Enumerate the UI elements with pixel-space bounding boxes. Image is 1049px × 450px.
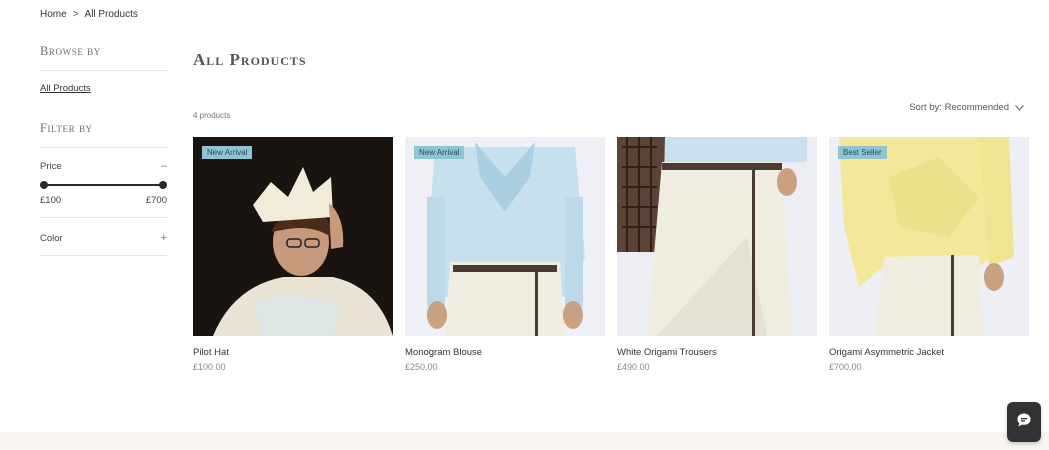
sort-label: Sort by: Recommended [909,102,1009,113]
expand-icon[interactable]: + [161,232,167,244]
price-max-value: £700 [145,195,167,206]
chat-button[interactable] [1007,402,1041,442]
price-range-labels: £100 £700 [40,195,167,206]
product-price: £100.00 [193,362,226,372]
divider [40,70,167,71]
slider-max-handle[interactable] [159,181,167,189]
product-badge: New Arrival [202,146,253,159]
sort-dropdown[interactable]: Sort by: Recommended [909,102,1024,113]
footer-band [0,432,1049,450]
price-range-slider[interactable] [40,180,167,190]
divider [40,255,167,256]
color-filter-label: Color [40,232,63,244]
price-filter-header[interactable]: Price – [40,160,167,172]
breadcrumb-separator: > [72,9,79,20]
product-image-origami-asymmetric-jacket[interactable]: Best Seller [829,137,1029,336]
browse-by-heading: Browse by [40,44,101,58]
product-image-monogram-blouse[interactable]: New Arrival [405,137,605,336]
price-min-value: £100 [40,195,62,206]
product-price: £250.00 [405,362,438,372]
filter-by-heading: Filter by [40,121,93,135]
all-products-link[interactable]: All Products [40,83,167,94]
chevron-down-icon [1015,103,1024,113]
product-badge: Best Seller [838,146,887,159]
collapse-icon[interactable]: – [161,160,167,172]
product-grid: New Arrival Pilot Hat £100.00 New Arriva… [193,137,1029,372]
breadcrumb-home-link[interactable]: Home [40,9,67,20]
product-card[interactable]: New Arrival Monogram Blouse £250.00 [405,137,605,372]
product-name[interactable]: White Origami Trousers [617,347,817,358]
product-image-pilot-hat[interactable]: New Arrival [193,137,393,336]
chat-icon [1016,412,1032,433]
divider [40,147,167,148]
divider [40,217,167,218]
product-name[interactable]: Monogram Blouse [405,347,605,358]
slider-min-handle[interactable] [40,181,48,189]
breadcrumb-current: All Products [84,9,138,20]
color-filter-header[interactable]: Color + [40,232,167,244]
breadcrumb: Home > All Products [40,9,138,20]
page-title: All Products [193,50,307,69]
product-image-white-origami-trousers[interactable] [617,137,817,336]
slider-track [43,184,164,186]
product-price: £490.00 [617,362,650,372]
product-count: 4 products [193,111,231,120]
product-badge: New Arrival [414,146,465,159]
product-card[interactable]: White Origami Trousers £490.00 [617,137,817,372]
sidebar: Browse by All Products Filter by Price –… [40,44,167,256]
price-filter-label: Price [40,160,62,172]
product-card[interactable]: New Arrival Pilot Hat £100.00 [193,137,393,372]
product-card[interactable]: Best Seller Origami Asymmetric Jacket £7… [829,137,1029,372]
product-price: £700.00 [829,362,862,372]
product-name[interactable]: Origami Asymmetric Jacket [829,347,1029,358]
product-name[interactable]: Pilot Hat [193,347,393,358]
